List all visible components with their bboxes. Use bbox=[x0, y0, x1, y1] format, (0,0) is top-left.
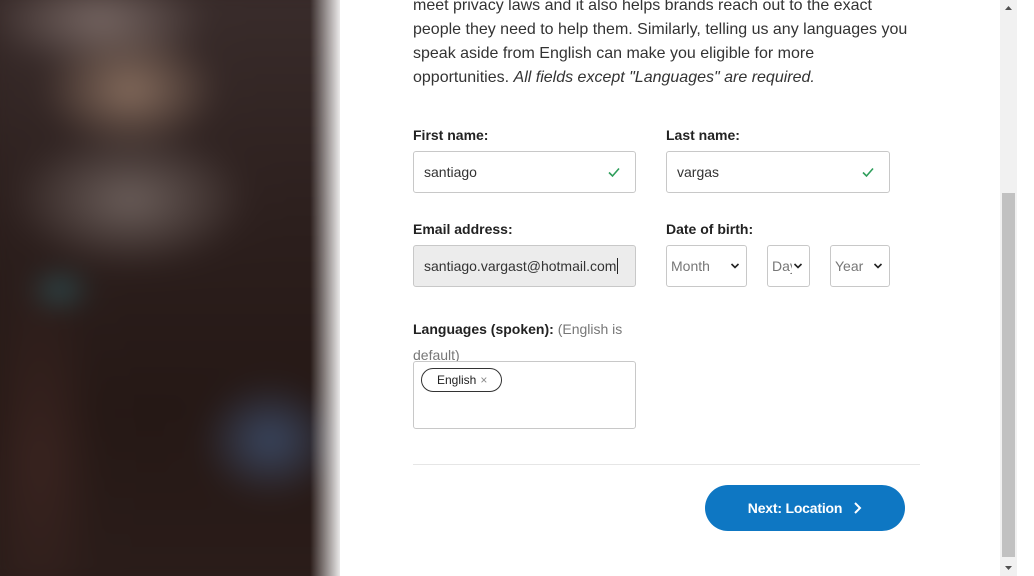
scroll-up-arrow-icon[interactable] bbox=[1000, 0, 1017, 17]
day-placeholder: Day bbox=[772, 258, 792, 274]
last-name-input[interactable]: vargas bbox=[666, 151, 890, 193]
languages-hint-1: (English is bbox=[557, 321, 623, 337]
first-name-value: santiago bbox=[424, 164, 477, 180]
photo-fade bbox=[310, 0, 340, 576]
dob-year-select[interactable]: Year bbox=[830, 245, 890, 287]
intro-line-4: opportunities. bbox=[413, 69, 514, 86]
dob-label: Date of birth: bbox=[666, 221, 754, 237]
dob-day-select[interactable]: Day bbox=[767, 245, 810, 287]
intro-line-2: people they need to help them. Similarly… bbox=[413, 21, 908, 38]
scroll-down-arrow-icon[interactable] bbox=[1000, 559, 1017, 576]
first-name-label: First name: bbox=[413, 127, 489, 143]
languages-input[interactable]: English × bbox=[413, 361, 636, 429]
dob-month-select[interactable]: Month bbox=[666, 245, 747, 287]
chevron-right-icon bbox=[854, 502, 862, 514]
intro-line-1: meet privacy laws and it also helps bran… bbox=[413, 0, 872, 14]
month-placeholder: Month bbox=[671, 258, 710, 274]
window-edge bbox=[1017, 0, 1034, 576]
first-name-input[interactable]: santiago bbox=[413, 151, 636, 193]
scrollbar[interactable] bbox=[1000, 0, 1017, 576]
required-note: All fields except "Languages" are requir… bbox=[513, 69, 815, 86]
side-photo bbox=[0, 0, 340, 576]
next-button-label: Next: Location bbox=[747, 500, 843, 516]
email-label: Email address: bbox=[413, 221, 513, 237]
chevron-down-icon bbox=[873, 263, 883, 269]
last-name-label: Last name: bbox=[666, 127, 740, 143]
chevron-down-icon bbox=[730, 263, 740, 269]
check-icon bbox=[862, 167, 874, 178]
email-value: santiago.vargast@hotmail.com bbox=[424, 258, 617, 274]
blurred-background-image bbox=[0, 0, 340, 576]
chevron-down-icon bbox=[793, 263, 803, 269]
check-icon bbox=[608, 167, 620, 178]
intro-paragraph: meet privacy laws and it also helps bran… bbox=[413, 0, 913, 90]
language-tag-english: English × bbox=[421, 368, 503, 392]
email-input[interactable]: santiago.vargast@hotmail.com bbox=[413, 245, 636, 287]
year-placeholder: Year bbox=[835, 258, 864, 274]
text-caret bbox=[617, 258, 619, 274]
language-tag-label: English bbox=[437, 373, 477, 387]
last-name-value: vargas bbox=[677, 164, 720, 180]
remove-tag-icon[interactable]: × bbox=[480, 373, 487, 387]
divider bbox=[413, 464, 920, 465]
languages-label-text: Languages (spoken): bbox=[413, 321, 554, 337]
scrollbar-thumb[interactable] bbox=[1002, 193, 1015, 557]
intro-line-3: speak aside from English can make you el… bbox=[413, 45, 815, 62]
next-location-button[interactable]: Next: Location bbox=[705, 485, 905, 531]
